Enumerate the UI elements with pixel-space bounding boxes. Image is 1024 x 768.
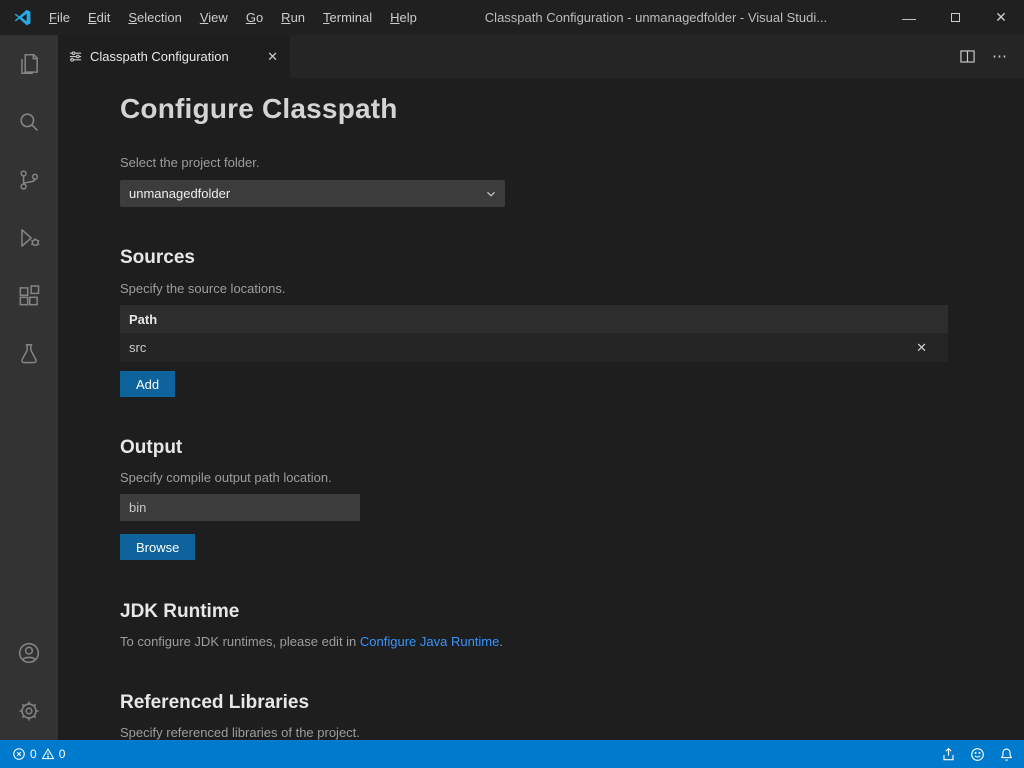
sources-description: Specify the source locations. [120,281,948,297]
menu-view[interactable]: View [191,0,237,35]
add-source-button[interactable]: Add [120,371,175,397]
jdk-runtime-heading: JDK Runtime [120,600,948,624]
explorer-icon[interactable] [0,35,58,93]
menu-terminal[interactable]: Terminal [314,0,381,35]
activity-bar-top [0,35,58,383]
settings-gear-icon[interactable] [0,682,58,740]
remove-source-icon[interactable]: ✕ [916,340,927,356]
status-bar-left: 0 0 [8,740,69,768]
vscode-logo-icon [13,8,32,27]
error-icon [12,747,26,761]
sources-table: Path src ✕ [120,305,948,362]
output-path-input[interactable] [120,494,360,521]
editor-actions: ⋯ [959,35,1024,78]
share-icon[interactable] [941,747,956,762]
classpath-configuration-view: Configure Classpath Select the project f… [58,78,1024,740]
maximize-button[interactable] [932,0,978,35]
problems-indicator[interactable]: 0 0 [8,740,69,768]
extensions-icon[interactable] [0,267,58,325]
search-icon[interactable] [0,93,58,151]
title-bar: File Edit Selection View Go Run Terminal… [0,0,1024,35]
activity-bar [0,35,58,740]
sources-table-header: Path [120,305,948,333]
activity-bar-bottom [0,624,58,740]
page-title: Configure Classpath [120,92,948,126]
maximize-icon [951,13,960,22]
split-editor-icon[interactable] [959,48,976,65]
window-controls: — ✕ [886,0,1024,35]
menu-go[interactable]: Go [237,0,272,35]
source-control-icon[interactable] [0,151,58,209]
source-row[interactable]: src ✕ [120,333,948,362]
configure-java-runtime-link[interactable]: Configure Java Runtime [360,634,499,649]
testing-icon[interactable] [0,325,58,383]
menu-file[interactable]: File [40,0,79,35]
status-bar: 0 0 [0,740,1024,768]
tab-close-icon[interactable]: ✕ [265,49,280,65]
error-count: 0 [30,747,37,761]
referenced-libraries-description: Specify referenced libraries of the proj… [120,725,948,740]
jdk-text: To configure JDK runtimes, please edit i… [120,634,360,649]
editor-tab-bar: Classpath Configuration ✕ ⋯ [58,35,1024,78]
project-folder-value: unmanagedfolder [129,186,230,201]
referenced-libraries-heading: Referenced Libraries [120,691,948,715]
output-description: Specify compile output path location. [120,470,948,486]
run-debug-icon[interactable] [0,209,58,267]
status-bar-right [941,747,1014,762]
menu-bar: File Edit Selection View Go Run Terminal… [40,0,426,35]
menu-run[interactable]: Run [272,0,314,35]
menu-selection[interactable]: Selection [119,0,190,35]
chevron-down-icon [484,187,498,201]
project-folder-label: Select the project folder. [120,155,948,171]
project-folder-select[interactable]: unmanagedfolder [120,180,505,207]
tab-label: Classpath Configuration [90,49,258,64]
window-title: Classpath Configuration - unmanagedfolde… [426,10,886,25]
menu-edit[interactable]: Edit [79,0,119,35]
classpath-tab-icon [68,49,83,64]
feedback-icon[interactable] [970,747,985,762]
minimize-button[interactable]: — [886,0,932,35]
more-actions-icon[interactable]: ⋯ [992,49,1008,64]
sources-heading: Sources [120,246,948,270]
tab-classpath-configuration[interactable]: Classpath Configuration ✕ [58,35,290,78]
jdk-text-suffix: . [499,634,503,649]
close-window-button[interactable]: ✕ [978,0,1024,35]
menu-help[interactable]: Help [381,0,426,35]
bell-icon[interactable] [999,747,1014,762]
jdk-runtime-text: To configure JDK runtimes, please edit i… [120,634,948,650]
account-icon[interactable] [0,624,58,682]
source-path: src [129,340,146,355]
warning-count: 0 [59,747,66,761]
warning-icon [41,747,55,761]
browse-output-button[interactable]: Browse [120,534,195,560]
output-heading: Output [120,436,948,460]
